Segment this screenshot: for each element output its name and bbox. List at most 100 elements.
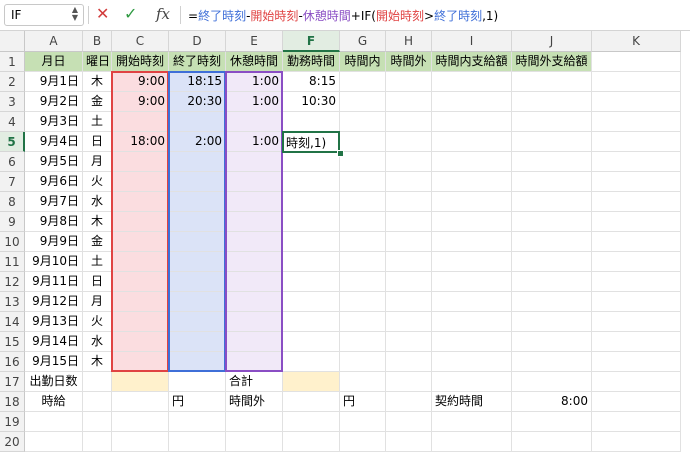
row-header-7[interactable]: 7 — [0, 172, 25, 192]
cell[interactable] — [83, 372, 112, 392]
cell[interactable] — [432, 212, 512, 232]
row-header-6[interactable]: 6 — [0, 152, 25, 172]
start-time-cell[interactable] — [112, 172, 169, 192]
cell[interactable] — [340, 272, 386, 292]
cell[interactable] — [340, 212, 386, 232]
cell[interactable] — [592, 392, 681, 412]
weekday-cell[interactable]: 金 — [83, 92, 112, 112]
row-header-8[interactable]: 8 — [0, 192, 25, 212]
work-time-cell[interactable] — [283, 172, 340, 192]
cell[interactable] — [592, 172, 681, 192]
cell[interactable] — [592, 332, 681, 352]
cell[interactable] — [386, 392, 432, 412]
break-time-cell[interactable]: 1:00 — [226, 92, 283, 112]
start-time-cell[interactable] — [112, 212, 169, 232]
cell[interactable] — [592, 432, 681, 452]
work-time-cell[interactable]: 10:30 — [283, 92, 340, 112]
date-cell[interactable]: 9月2日 — [25, 92, 83, 112]
cell[interactable] — [386, 372, 432, 392]
cell[interactable] — [340, 312, 386, 332]
start-time-cell[interactable] — [112, 332, 169, 352]
cell[interactable] — [386, 92, 432, 112]
start-time-cell[interactable] — [112, 352, 169, 372]
cell[interactable] — [340, 432, 386, 452]
row-header-19[interactable]: 19 — [0, 412, 25, 432]
work-time-cell[interactable] — [283, 212, 340, 232]
end-time-cell[interactable] — [169, 192, 226, 212]
work-time-cell[interactable] — [283, 232, 340, 252]
cell[interactable] — [340, 152, 386, 172]
cell[interactable] — [340, 112, 386, 132]
row-header-17[interactable]: 17 — [0, 372, 25, 392]
cell[interactable] — [386, 172, 432, 192]
fx-icon[interactable]: fx — [156, 5, 170, 23]
column-header-h[interactable]: H — [386, 31, 432, 52]
cell[interactable] — [432, 232, 512, 252]
row-header-4[interactable]: 4 — [0, 112, 25, 132]
weekday-cell[interactable]: 木 — [83, 212, 112, 232]
cell[interactable] — [386, 252, 432, 272]
row-header-5[interactable]: 5 — [0, 132, 25, 152]
start-time-cell[interactable] — [112, 312, 169, 332]
end-time-cell[interactable]: 18:15 — [169, 72, 226, 92]
weekday-cell[interactable]: 金 — [83, 232, 112, 252]
date-cell[interactable]: 9月3日 — [25, 112, 83, 132]
overtime-label[interactable]: 時間外 — [226, 392, 283, 412]
break-time-cell[interactable] — [226, 212, 283, 232]
cell[interactable] — [432, 252, 512, 272]
break-time-cell[interactable] — [226, 252, 283, 272]
cell[interactable] — [226, 432, 283, 452]
column-header-c[interactable]: C — [112, 31, 169, 52]
cell[interactable] — [432, 332, 512, 352]
name-box-stepper-icon[interactable]: ▲ ▼ — [72, 6, 78, 22]
cancel-icon[interactable]: ✕ — [96, 4, 109, 23]
column-header-i[interactable]: I — [432, 31, 512, 52]
break-time-cell[interactable] — [226, 312, 283, 332]
cell[interactable] — [226, 412, 283, 432]
contract-hours-label[interactable]: 契約時間 — [432, 392, 512, 412]
cell[interactable] — [512, 432, 592, 452]
cell[interactable] — [592, 132, 681, 152]
row-header-11[interactable]: 11 — [0, 252, 25, 272]
end-time-cell[interactable] — [169, 212, 226, 232]
cell[interactable] — [512, 292, 592, 312]
column-header-k[interactable]: K — [592, 31, 681, 52]
start-time-cell[interactable] — [112, 112, 169, 132]
start-time-cell[interactable]: 9:00 — [112, 72, 169, 92]
work-time-cell[interactable] — [283, 352, 340, 372]
end-time-cell[interactable] — [169, 112, 226, 132]
weekday-cell[interactable]: 木 — [83, 352, 112, 372]
date-cell[interactable]: 9月4日 — [25, 132, 83, 152]
cell[interactable] — [512, 172, 592, 192]
weekday-cell[interactable]: 土 — [83, 252, 112, 272]
header-cell[interactable]: 曜日 — [83, 52, 112, 72]
start-time-cell[interactable] — [112, 192, 169, 212]
row-header-9[interactable]: 9 — [0, 212, 25, 232]
cell[interactable] — [169, 372, 226, 392]
start-time-cell[interactable]: 9:00 — [112, 92, 169, 112]
break-time-cell[interactable] — [226, 352, 283, 372]
cell[interactable] — [283, 392, 340, 412]
total-value-cell[interactable] — [283, 372, 340, 392]
break-time-cell[interactable] — [226, 332, 283, 352]
row-header-18[interactable]: 18 — [0, 392, 25, 412]
column-header-g[interactable]: G — [340, 31, 386, 52]
cell[interactable] — [592, 52, 681, 72]
row-header-20[interactable]: 20 — [0, 432, 25, 452]
date-cell[interactable]: 9月5日 — [25, 152, 83, 172]
cell[interactable] — [512, 132, 592, 152]
weekday-cell[interactable]: 水 — [83, 332, 112, 352]
weekday-cell[interactable]: 月 — [83, 152, 112, 172]
cell[interactable] — [432, 152, 512, 172]
cell[interactable] — [512, 192, 592, 212]
weekday-cell[interactable]: 木 — [83, 72, 112, 92]
end-time-cell[interactable] — [169, 172, 226, 192]
cell[interactable] — [512, 312, 592, 332]
cell[interactable] — [386, 412, 432, 432]
cell[interactable] — [512, 212, 592, 232]
total-label[interactable]: 合計 — [226, 372, 283, 392]
cell[interactable] — [386, 212, 432, 232]
weekday-cell[interactable]: 日 — [83, 132, 112, 152]
cell[interactable] — [512, 352, 592, 372]
date-cell[interactable]: 9月8日 — [25, 212, 83, 232]
